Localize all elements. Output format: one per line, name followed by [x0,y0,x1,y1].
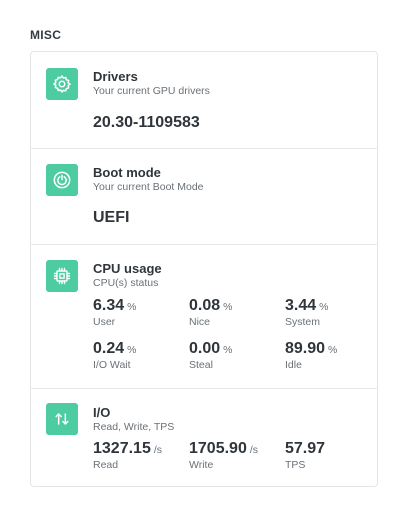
metric-unit: % [223,301,233,313]
metric-value: 6.34 [93,297,125,314]
cpu-metric-steal: 0.00% Steal [189,340,232,371]
io-row: I/O Read, Write, TPS 1327.15/s Read 1705… [31,388,377,486]
cpu-chip-icon [46,260,78,292]
metric-value: 0.08 [189,297,221,314]
drivers-subtitle: Your current GPU drivers [93,85,210,97]
metric-label: Idle [285,359,302,371]
metric-unit: % [328,344,338,356]
metric-value: 3.44 [285,297,317,314]
metric-value: 1327.15 [93,440,151,457]
drivers-value: 20.30-1109583 [93,114,200,131]
metric-unit: % [127,344,137,356]
metric-label: Read [93,459,119,471]
misc-card: Drivers Your current GPU drivers 20.30-1… [30,51,378,487]
boot-mode-title: Boot mode [93,165,161,180]
power-icon [46,164,78,196]
metric-unit: % [319,301,329,313]
boot-mode-subtitle: Your current Boot Mode [93,181,204,193]
cpu-metric-nice: 0.08% Nice [189,297,232,328]
metric-label: I/O Wait [93,359,131,371]
metric-unit: % [223,344,233,356]
drivers-row: Drivers Your current GPU drivers 20.30-1… [31,52,377,149]
metric-value: 57.97 [285,440,326,457]
metric-label: Nice [189,316,211,328]
metric-value: 0.24 [93,340,125,357]
io-arrows-icon [46,403,78,435]
cpu-metric-idle: 89.90% Idle [285,340,337,371]
metric-unit: % [127,301,137,313]
cpu-metric-system: 3.44% System [285,297,328,328]
cpu-usage-title: CPU usage [93,261,162,276]
boot-mode-row: Boot mode Your current Boot Mode UEFI [31,148,377,245]
metric-label: Write [189,459,214,471]
drivers-title: Drivers [93,69,138,84]
section-title: MISC [30,28,62,42]
io-subtitle: Read, Write, TPS [93,421,175,433]
gear-icon [46,68,78,100]
metric-label: TPS [285,459,306,471]
cpu-metric-io-wait: 0.24% I/O Wait [93,340,136,371]
metric-label: Steal [189,359,213,371]
metric-unit: /s [153,444,163,456]
io-title: I/O [93,405,111,420]
io-metric-read: 1327.15/s Read [93,440,162,471]
cpu-usage-subtitle: CPU(s) status [93,277,159,289]
metric-value: 89.90 [285,340,326,357]
boot-mode-value: UEFI [93,209,130,226]
metric-value: 1705.90 [189,440,247,457]
io-metric-tps: 57.97 TPS [285,440,328,471]
metric-unit: /s [249,444,259,456]
cpu-usage-row: CPU usage CPU(s) status 6.34% User 0.08%… [31,244,377,389]
cpu-metric-user: 6.34% User [93,297,136,328]
metric-value: 0.00 [189,340,221,357]
io-metric-write: 1705.90/s Write [189,440,258,471]
metric-label: User [93,316,116,328]
metric-label: System [285,316,321,328]
